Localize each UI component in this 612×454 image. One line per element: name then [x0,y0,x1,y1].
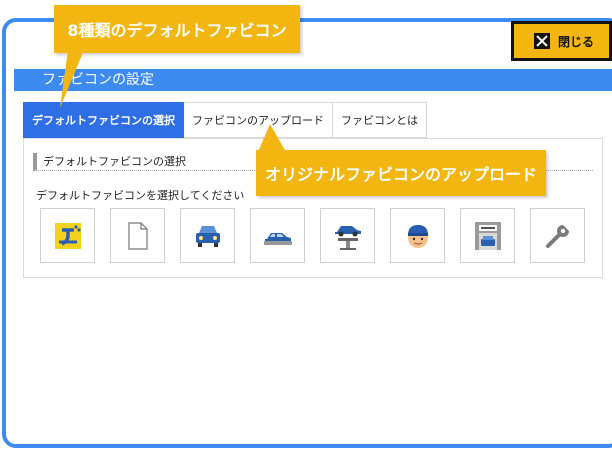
tab-default-favicon[interactable]: デフォルトファビコンの選択 [23,102,184,138]
favicon-option-2[interactable] [110,208,165,263]
favicon-option-5[interactable] [320,208,375,263]
callout-pointer-top [60,50,84,108]
favicon-option-3[interactable] [180,208,235,263]
tab-about-favicon[interactable]: ファビコンとは [333,102,427,138]
de-logo-icon [54,222,81,249]
close-button[interactable]: 閉じる [511,21,612,61]
instruction-text: デフォルトファビコンを選択してください [36,189,245,202]
callout-default-favicons: 8種類のデフォルトファビコン [54,5,300,53]
mechanic-face-icon [407,224,428,248]
car-side-icon [263,232,292,245]
car-lift-icon [334,225,361,250]
favicon-option-1[interactable] [40,208,95,263]
car-front-icon [195,225,220,247]
callout-original-upload-text: オリジナルファビコンのアップロード [264,165,537,184]
callout-pointer-mid [258,124,286,152]
wrench-icon [545,224,569,248]
settings-header: ファビコンの設定 [14,69,612,91]
callout-original-upload: オリジナルファビコンのアップロード [256,150,546,196]
blank-document-icon [127,221,148,250]
favicon-option-6[interactable] [390,208,445,263]
favicon-option-8[interactable] [530,208,585,263]
close-icon [534,33,550,49]
favicon-option-7[interactable] [460,208,515,263]
car-garage-icon [474,221,501,250]
callout-default-favicons-text: 8種類のデフォルトファビコン [67,21,287,40]
close-button-label: 閉じる [558,34,595,49]
favicon-list [40,208,585,263]
favicon-option-4[interactable] [250,208,305,263]
